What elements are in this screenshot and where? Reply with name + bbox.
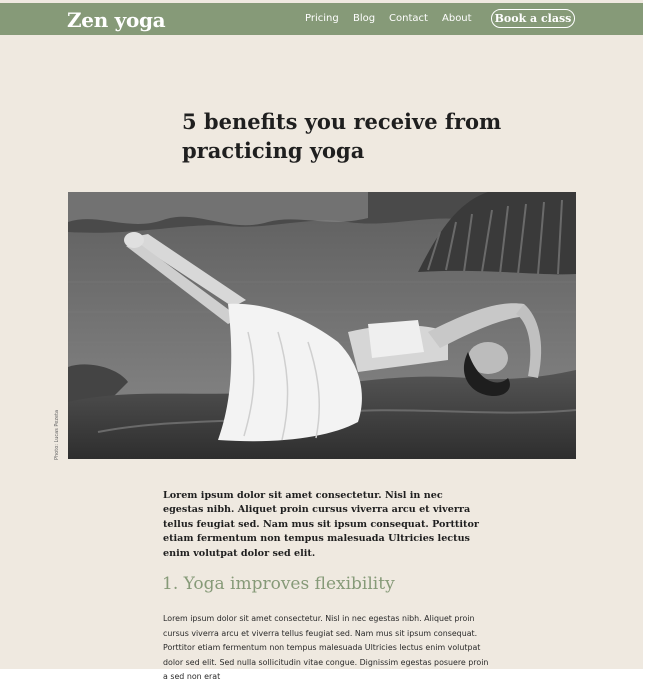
- hero-photo: [68, 192, 576, 459]
- hero-photo-illustration: [68, 192, 576, 459]
- article-lead-paragraph: Lorem ipsum dolor sit amet consectetur. …: [163, 490, 479, 559]
- section-heading: 1. Yoga improves flexibility: [162, 574, 395, 594]
- page: Zen yoga Pricing Blog Contact About Book…: [0, 0, 643, 681]
- top-navigation-bar: Zen yoga Pricing Blog Contact About Book…: [0, 3, 643, 35]
- nav-link-about[interactable]: About: [442, 13, 472, 24]
- section-body-paragraph: Lorem ipsum dolor sit amet consectetur. …: [163, 614, 489, 681]
- nav-link-contact[interactable]: Contact: [389, 13, 428, 24]
- nav-link-blog[interactable]: Blog: [353, 13, 375, 24]
- site-logo[interactable]: Zen yoga: [67, 8, 166, 32]
- book-a-class-button[interactable]: Book a class: [491, 9, 575, 28]
- nav-link-pricing[interactable]: Pricing: [305, 13, 339, 24]
- photo-credit: Photo: Lucas Pezeta: [54, 409, 60, 460]
- article-title: 5 benefits you receive from practicing y…: [182, 109, 502, 163]
